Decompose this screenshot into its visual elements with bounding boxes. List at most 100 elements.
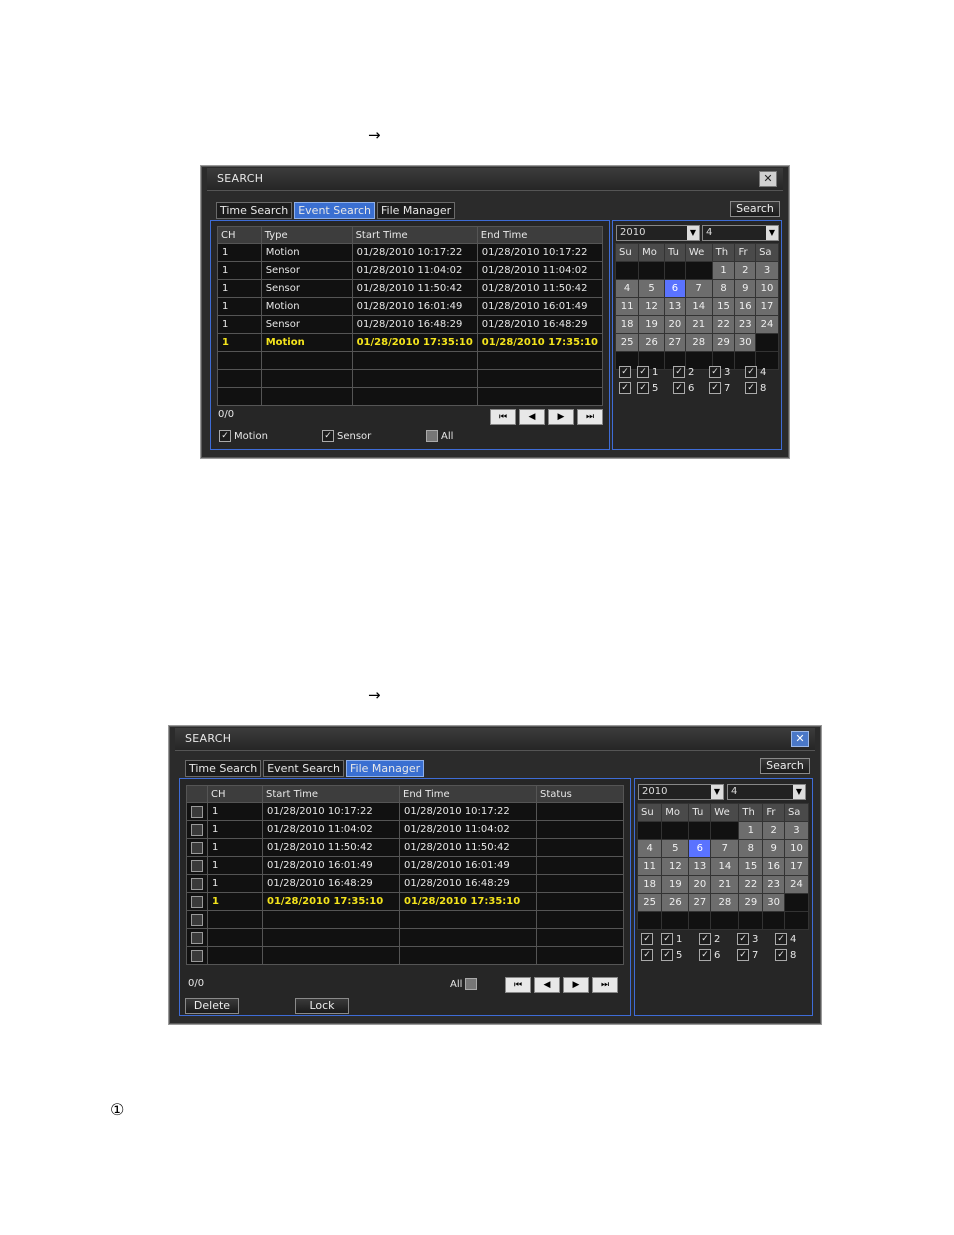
calendar-day[interactable]: 15 (738, 857, 764, 876)
calendar-day[interactable]: 2 (734, 261, 757, 280)
tab-event-search[interactable]: Event Search (263, 760, 345, 777)
tab-time-search[interactable]: Time Search (216, 202, 293, 219)
close-icon[interactable]: ✕ (791, 731, 809, 747)
checkbox-checked-icon[interactable]: ✓ (745, 382, 757, 394)
calendar-day[interactable]: 4 (636, 839, 663, 858)
select-all-channels-checkbox[interactable]: ✓ (619, 382, 631, 394)
calendar-day[interactable]: 9 (762, 839, 785, 858)
calendar-day[interactable]: 26 (661, 893, 690, 912)
first-page-icon[interactable]: ⏮ (505, 977, 531, 993)
channel-3[interactable]: ✓ 3 (737, 933, 775, 945)
calendar-day[interactable]: 20 (688, 875, 712, 894)
table-row[interactable]: 1 01/28/2010 10:17:22 01/28/2010 10:17:22 (186, 802, 624, 821)
calendar-day[interactable]: 2 (762, 821, 785, 840)
calendar-day[interactable]: 10 (783, 839, 810, 858)
calendar-day[interactable]: 15 (711, 297, 736, 316)
month-select[interactable]: 4 ▼ (702, 225, 779, 241)
lock-button[interactable]: Lock (295, 998, 349, 1014)
calendar-day[interactable]: 17 (755, 297, 779, 316)
select-all-channels-checkbox[interactable]: ✓ (619, 366, 631, 378)
channel-4[interactable]: ✓ 4 (775, 933, 796, 945)
row-checkbox[interactable] (191, 823, 203, 836)
calendar-day-selected[interactable]: 6 (663, 279, 686, 298)
tab-file-manager[interactable]: File Manager (346, 760, 425, 777)
row-checkbox[interactable] (191, 859, 203, 872)
checkbox-unchecked-icon[interactable] (465, 978, 478, 990)
calendar-day[interactable]: 3 (783, 821, 810, 840)
select-all-channels-checkbox[interactable]: ✓ (641, 949, 653, 961)
calendar-day[interactable]: 27 (663, 333, 686, 352)
calendar-day[interactable]: 9 (734, 279, 757, 298)
channel-8[interactable]: ✓ 8 (745, 382, 766, 394)
filter-all[interactable]: All (426, 430, 453, 442)
calendar-day[interactable]: 13 (663, 297, 686, 316)
calendar-day[interactable]: 24 (783, 875, 810, 894)
calendar-day[interactable]: 7 (684, 279, 713, 298)
calendar-day[interactable]: 14 (710, 857, 740, 876)
calendar-day[interactable]: 27 (688, 893, 712, 912)
calendar-day[interactable]: 5 (638, 279, 665, 298)
calendar-day[interactable]: 21 (710, 875, 740, 894)
checkbox-checked-icon[interactable]: ✓ (219, 430, 231, 442)
table-row[interactable]: 1 Motion 01/28/2010 10:17:22 01/28/2010 10:… (217, 243, 604, 262)
calendar-day[interactable]: 25 (614, 333, 640, 352)
checkbox-checked-icon[interactable]: ✓ (673, 366, 685, 378)
table-row[interactable]: 1 01/28/2010 11:50:42 01/28/2010 11:50:42 (186, 838, 624, 857)
calendar-day[interactable]: 22 (711, 315, 736, 334)
checkbox-checked-icon[interactable]: ✓ (737, 933, 749, 945)
calendar-day[interactable]: 29 (711, 333, 736, 352)
calendar-day[interactable]: 25 (636, 893, 663, 912)
calendar-day[interactable]: 23 (762, 875, 785, 894)
checkbox-checked-icon[interactable]: ✓ (699, 949, 711, 961)
calendar-day[interactable]: 16 (762, 857, 785, 876)
calendar-day[interactable]: 5 (661, 839, 690, 858)
checkbox-checked-icon[interactable]: ✓ (661, 933, 673, 945)
search-button[interactable]: Search (760, 758, 810, 774)
row-checkbox[interactable] (191, 841, 203, 854)
channel-1[interactable]: ✓ 1 (637, 366, 673, 378)
last-page-icon[interactable]: ⏭ (592, 977, 618, 993)
calendar-day[interactable]: 12 (661, 857, 690, 876)
calendar-day[interactable]: 26 (638, 333, 665, 352)
last-page-icon[interactable]: ⏭ (577, 409, 603, 425)
calendar-day[interactable]: 1 (711, 261, 736, 280)
calendar-day[interactable]: 19 (661, 875, 690, 894)
channel-7[interactable]: ✓ 7 (737, 949, 775, 961)
row-checkbox[interactable] (191, 805, 203, 818)
calendar-day[interactable]: 30 (734, 333, 757, 352)
checkbox-checked-icon[interactable]: ✓ (699, 933, 711, 945)
tab-time-search[interactable]: Time Search (185, 760, 262, 777)
checkbox-checked-icon[interactable]: ✓ (737, 949, 749, 961)
calendar-day[interactable]: 18 (614, 315, 640, 334)
first-page-icon[interactable]: ⏮ (490, 409, 516, 425)
calendar-day[interactable]: 1 (738, 821, 764, 840)
row-checkbox[interactable] (191, 895, 203, 908)
checkbox-checked-icon[interactable]: ✓ (637, 382, 649, 394)
calendar-day[interactable]: 14 (684, 297, 713, 316)
calendar-day[interactable]: 12 (638, 297, 665, 316)
calendar-day[interactable]: 18 (636, 875, 663, 894)
tab-file-manager[interactable]: File Manager (377, 202, 456, 219)
calendar-day[interactable]: 3 (755, 261, 779, 280)
table-row-selected[interactable]: 1 Motion 01/28/2010 17:35:10 01/28/2010 17:… (217, 333, 604, 352)
channel-2[interactable]: ✓ 2 (673, 366, 709, 378)
calendar-day[interactable]: 24 (755, 315, 779, 334)
row-checkbox[interactable] (191, 949, 203, 962)
calendar-day[interactable]: 28 (710, 893, 740, 912)
calendar-day[interactable]: 8 (738, 839, 764, 858)
prev-page-icon[interactable]: ◀ (519, 409, 545, 425)
search-button[interactable]: Search (730, 201, 780, 217)
channel-3[interactable]: ✓ 3 (709, 366, 745, 378)
year-select[interactable]: 2010 ▼ (638, 784, 724, 800)
checkbox-checked-icon[interactable]: ✓ (709, 366, 721, 378)
calendar-day[interactable]: 11 (614, 297, 640, 316)
table-row[interactable]: 1 01/28/2010 16:01:49 01/28/2010 16:01:49 (186, 856, 624, 875)
checkbox-checked-icon[interactable]: ✓ (775, 949, 787, 961)
row-checkbox[interactable] (191, 913, 203, 926)
checkbox-checked-icon[interactable]: ✓ (673, 382, 685, 394)
calendar-day-selected[interactable]: 6 (688, 839, 712, 858)
calendar-day[interactable]: 13 (688, 857, 712, 876)
channel-8[interactable]: ✓ 8 (775, 949, 796, 961)
row-checkbox[interactable] (191, 931, 203, 944)
filter-motion[interactable]: ✓ Motion (219, 430, 268, 442)
